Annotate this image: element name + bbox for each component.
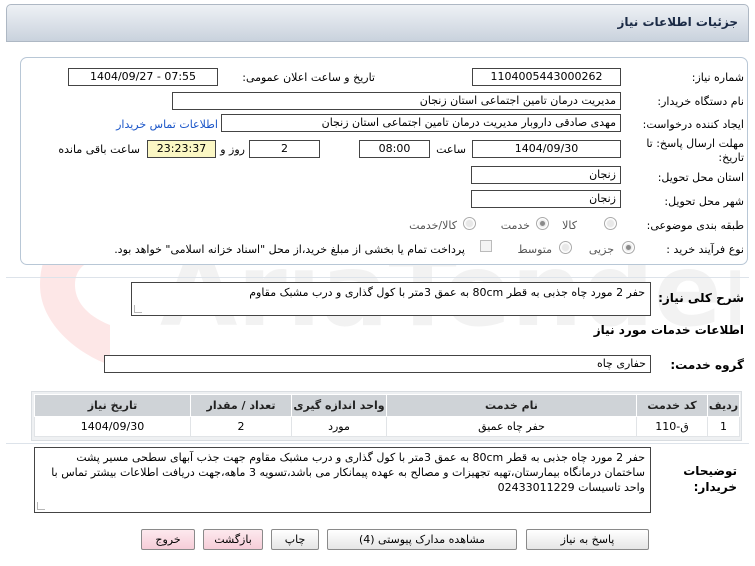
need-number-label: شماره نیاز:	[691, 71, 744, 84]
buyer-notes-field: حفر 2 مورد چاه جذبی به قطر 80cm به عمق 3…	[34, 447, 651, 513]
title-bar: جزئیات اطلاعات نیاز	[6, 4, 749, 42]
service-group-field: حفاری چاه	[104, 355, 651, 373]
summary-field: حفر 2 مورد چاه جذبی به قطر 80cm به عمق 3…	[131, 282, 651, 316]
cell-row: 1	[707, 416, 740, 437]
services-table: ردیف کد خدمت نام خدمت واحد اندازه گیری ت…	[34, 394, 740, 437]
exit-button[interactable]: خروج	[141, 529, 195, 550]
city-field: زنجان	[471, 190, 621, 208]
col-quantity-header: تعداد / مقدار	[190, 394, 292, 417]
buyer-notes-text: حفر 2 مورد چاه جذبی به قطر 80cm به عمق 3…	[51, 451, 645, 494]
need-info-panel	[20, 57, 748, 265]
buyer-notes-label-2: خریدار:	[693, 480, 737, 494]
process-radio-medium[interactable]	[559, 241, 572, 254]
process-option-medium: متوسط	[517, 243, 552, 256]
days-label: روز و	[220, 143, 245, 156]
city-label: شهر محل تحویل:	[664, 195, 744, 208]
cell-service-code: ق-110	[636, 416, 708, 437]
deadline-date-field: 1404/09/30	[472, 140, 621, 158]
category-label: طبقه بندی موضوعی:	[646, 219, 744, 232]
buyer-contact-link[interactable]: اطلاعات تماس خریدار	[116, 118, 218, 131]
cell-need-date: 1404/09/30	[34, 416, 191, 437]
remaining-time-field: 23:23:37	[147, 140, 216, 158]
buyer-org-field: مدیریت درمان تامین اجتماعی استان زنجان	[172, 92, 621, 110]
buyer-notes-label: توضیحات	[683, 464, 737, 478]
print-button[interactable]: چاپ	[271, 529, 319, 550]
buyer-org-label: نام دستگاه خریدار:	[657, 95, 744, 108]
category-option-goods-service: کالا/خدمت	[409, 219, 457, 232]
process-type-label: نوع فرآیند خرید :	[666, 243, 744, 256]
page-title: جزئیات اطلاعات نیاز	[617, 15, 738, 29]
section-divider	[6, 277, 749, 278]
cell-service-name: حفر چاه عمیق	[386, 416, 637, 437]
category-radio-service[interactable]	[536, 217, 549, 230]
treasury-payment-checkbox[interactable]	[480, 240, 492, 252]
back-button[interactable]: بازگشت	[203, 529, 263, 550]
announce-datetime-label: تاریخ و ساعت اعلان عمومی:	[242, 71, 375, 84]
deadline-label: مهلت ارسال پاسخ: تا	[646, 137, 744, 150]
cell-quantity: 2	[190, 416, 292, 437]
requester-field: مهدی صادقی داروبار مدیریت درمان تامین اج…	[221, 114, 621, 132]
need-number-field: 1104005443000262	[472, 68, 621, 86]
cell-unit: مورد	[291, 416, 387, 437]
treasury-payment-note: پرداخت تمام یا بخشی از مبلغ خرید،از محل …	[114, 243, 465, 256]
view-attachments-button[interactable]: مشاهده مدارک پیوستی (4)	[327, 529, 517, 550]
col-need-date-header: تاریخ نیاز	[34, 394, 191, 417]
resize-handle[interactable]	[134, 305, 142, 313]
province-field: زنجان	[471, 166, 621, 184]
col-service-name-header: نام خدمت	[386, 394, 637, 417]
announce-datetime-field: 1404/09/27 - 07:55	[68, 68, 218, 86]
services-section-title: اطلاعات خدمات مورد نیاز	[593, 323, 744, 337]
province-label: استان محل تحویل:	[657, 171, 744, 184]
category-option-goods: کالا	[562, 219, 577, 232]
process-radio-minor[interactable]	[622, 241, 635, 254]
resize-handle[interactable]	[37, 502, 45, 510]
category-option-service: خدمت	[500, 219, 530, 232]
remaining-time-label: ساعت باقی مانده	[58, 143, 140, 156]
col-row-header: ردیف	[707, 394, 740, 417]
deadline-time-label: ساعت	[436, 143, 466, 156]
service-group-label: گروه خدمت:	[670, 358, 744, 372]
reply-button[interactable]: پاسخ به نیاز	[526, 529, 649, 550]
section-divider	[6, 443, 749, 444]
table-row[interactable]: 1 ق-110 حفر چاه عمیق مورد 2 1404/09/30	[34, 416, 740, 437]
category-radio-goods-service[interactable]	[463, 217, 476, 230]
requester-label: ایجاد کننده درخواست:	[642, 118, 744, 131]
deadline-label-date: تاریخ:	[718, 151, 744, 164]
col-unit-header: واحد اندازه گیری	[291, 394, 387, 417]
days-remaining-field: 2	[249, 140, 320, 158]
process-option-minor: جزیی	[588, 243, 614, 256]
col-service-code-header: کد خدمت	[636, 394, 708, 417]
deadline-time-field: 08:00	[359, 140, 430, 158]
summary-label: شرح کلی نیاز:	[658, 291, 744, 305]
category-radio-goods[interactable]	[604, 217, 617, 230]
summary-text: حفر 2 مورد چاه جذبی به قطر 80cm به عمق 3…	[249, 286, 645, 299]
